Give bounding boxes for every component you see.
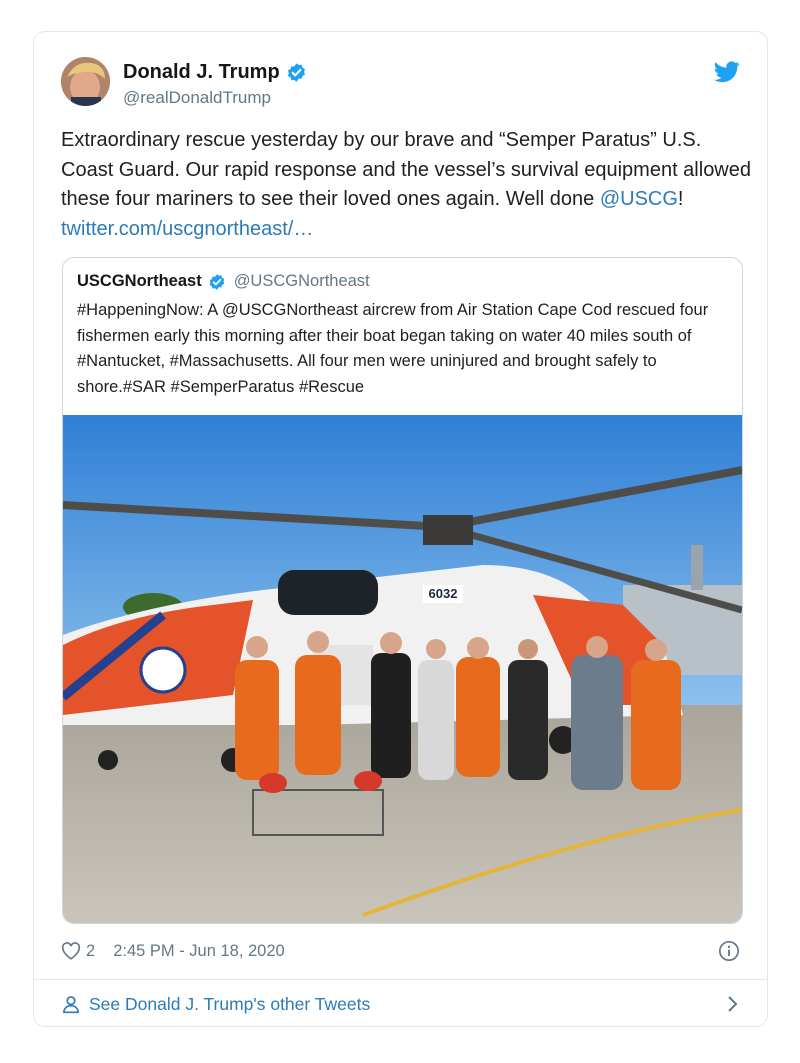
avatar[interactable] xyxy=(61,57,110,106)
chevron-right-icon[interactable] xyxy=(726,994,740,1014)
quoted-author-name[interactable]: USCGNortheast xyxy=(77,272,202,291)
author-name[interactable]: Donald J. Trump xyxy=(123,61,280,84)
quoted-tweet[interactable]: USCGNortheast @USCGNortheast #HappeningN… xyxy=(62,257,743,924)
tweet-link[interactable]: twitter.com/uscgnortheast/… xyxy=(61,218,313,240)
verified-badge-icon xyxy=(209,273,224,290)
rescue-photo[interactable]: 6032 xyxy=(63,415,742,923)
divider xyxy=(34,979,767,980)
author-handle[interactable]: @realDonaldTrump xyxy=(123,88,307,108)
see-other-tweets-link[interactable]: See Donald J. Trump's other Tweets xyxy=(61,990,740,1018)
like-count[interactable]: 2 xyxy=(86,942,95,961)
see-other-tweets-label[interactable]: See Donald J. Trump's other Tweets xyxy=(89,994,370,1015)
twitter-bird-icon[interactable] xyxy=(714,61,740,83)
tweet-header: Donald J. Trump @realDonaldTrump xyxy=(61,57,740,109)
person-icon xyxy=(63,996,79,1014)
heart-icon[interactable] xyxy=(61,942,81,960)
tweet-meta: 2 2:45 PM - Jun 18, 2020 xyxy=(61,937,740,965)
quoted-author-handle[interactable]: @USCGNortheast xyxy=(234,272,370,291)
tweet-punct: ! xyxy=(677,188,684,210)
quoted-text: #HappeningNow: A @USCGNortheast aircrew … xyxy=(77,301,709,396)
avatar-image xyxy=(61,57,110,106)
author-block[interactable]: Donald J. Trump @realDonaldTrump xyxy=(123,61,307,108)
info-icon[interactable] xyxy=(718,940,740,962)
quoted-header: USCGNortheast @USCGNortheast xyxy=(77,272,370,291)
aircraft-number: 6032 xyxy=(429,586,458,601)
timestamp[interactable]: 2:45 PM - Jun 18, 2020 xyxy=(113,942,285,961)
tweet-text: Extraordinary rescue yesterday by our br… xyxy=(61,126,751,244)
verified-badge-icon xyxy=(287,63,305,82)
mention-link[interactable]: @USCG xyxy=(600,188,678,210)
tweet-card: Donald J. Trump @realDonaldTrump Extraor… xyxy=(33,31,768,1027)
